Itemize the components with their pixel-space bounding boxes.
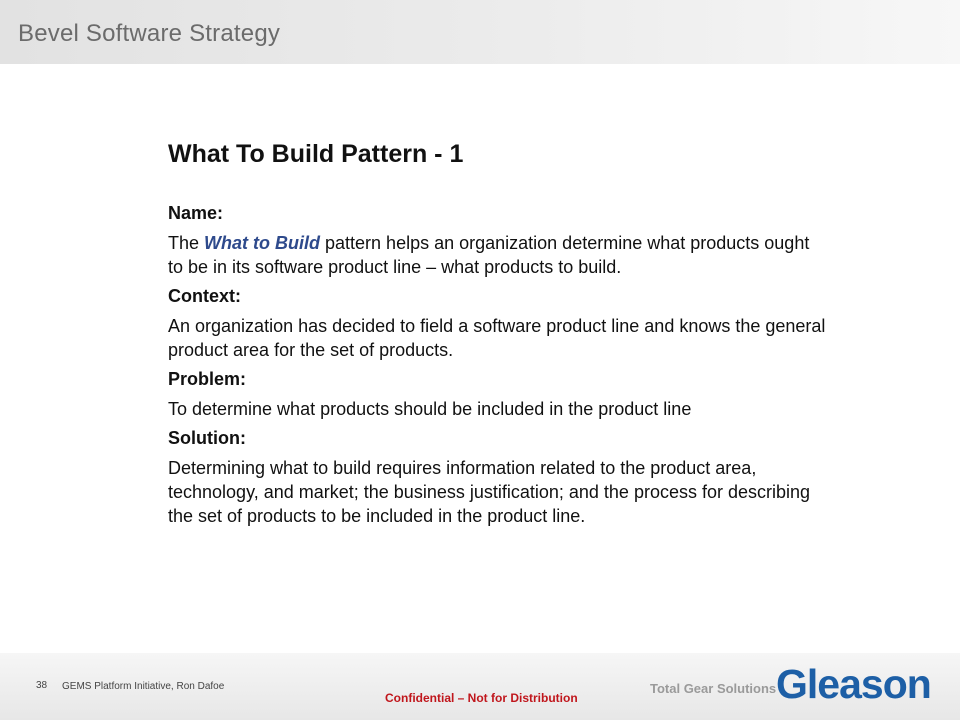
name-body: The What to Build pattern helps an organ… [168, 231, 828, 279]
gleason-logo: Gleason [776, 661, 932, 707]
page-number: 38 [36, 680, 48, 691]
header-bar: Bevel Software Strategy [0, 0, 960, 64]
name-label: Name: [168, 203, 224, 223]
solution-label: Solution: [168, 428, 246, 448]
slide-heading: What To Build Pattern - 1 [168, 140, 464, 168]
solution-body: Determining what to build requires infor… [168, 458, 811, 526]
problem-label: Problem: [168, 369, 247, 389]
deck-title: Bevel Software Strategy [18, 20, 281, 47]
problem-body: To determine what products should be inc… [168, 399, 692, 419]
context-body: An organization has decided to field a s… [168, 316, 826, 360]
confidential-notice: Confidential – Not for Distribution [385, 691, 578, 705]
footer-bar: 38 GEMS Platform Initiative, Ron Dafoe C… [0, 653, 960, 720]
name-body-before: The [168, 233, 205, 253]
slide-content: What To Build Pattern - 1 Name: The What… [168, 140, 828, 533]
footer-text: GEMS Platform Initiative, Ron Dafoe [62, 681, 225, 692]
company-tagline: Total Gear Solutions [650, 681, 777, 696]
what-to-build-emphasis: What to Build [204, 233, 321, 253]
context-label: Context: [168, 286, 241, 306]
